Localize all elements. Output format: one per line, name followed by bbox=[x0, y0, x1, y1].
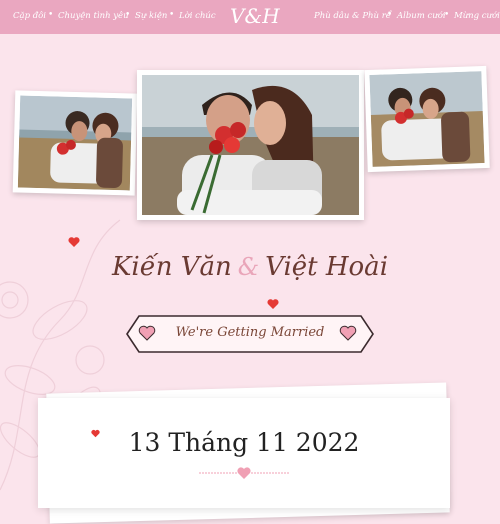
nav-separator: • bbox=[125, 10, 131, 20]
ampersand: & bbox=[237, 253, 260, 281]
couple-photo-center[interactable] bbox=[137, 70, 364, 220]
nav-item-gift[interactable]: Mừng cưới bbox=[454, 11, 500, 21]
site-logo[interactable]: V&H bbox=[230, 4, 280, 28]
couple-photo-image bbox=[142, 75, 359, 215]
date-card: 13 Tháng 11 2022 bbox=[38, 398, 450, 508]
groom-name: Kiến Văn bbox=[111, 252, 232, 282]
couple-photo-left[interactable] bbox=[12, 90, 138, 196]
heart-divider bbox=[199, 467, 289, 479]
bride-name: Việt Hoài bbox=[265, 252, 389, 282]
nav-separator: • bbox=[387, 10, 393, 20]
nav-separator: • bbox=[48, 10, 54, 20]
nav-separator: • bbox=[444, 10, 450, 20]
couple-photo-image bbox=[369, 71, 485, 167]
heart-icon bbox=[68, 237, 80, 247]
couple-photo-right[interactable] bbox=[364, 65, 490, 173]
top-navigation: Cặp đôi • Chuyện tình yêu • Sự kiện • Lờ… bbox=[0, 0, 500, 34]
nav-item-album[interactable]: Album cưới bbox=[397, 11, 446, 21]
couple-photo-image bbox=[17, 95, 133, 191]
nav-item-events[interactable]: Sự kiện bbox=[135, 11, 167, 21]
nav-separator: • bbox=[169, 10, 175, 20]
couple-names: Kiến Văn & Việt Hoài bbox=[0, 252, 500, 282]
nav-item-love-story[interactable]: Chuyện tình yêu bbox=[58, 11, 129, 21]
nav-item-couple[interactable]: Cặp đôi bbox=[13, 11, 46, 21]
ribbon-text: We're Getting Married bbox=[175, 325, 325, 340]
heart-icon bbox=[267, 299, 279, 309]
heart-icon bbox=[237, 467, 251, 479]
nav-item-wishes[interactable]: Lời chúc bbox=[179, 11, 216, 21]
heart-icon bbox=[91, 429, 100, 438]
nav-item-bridal-party[interactable]: Phù dâu & Phù rể bbox=[314, 11, 391, 21]
